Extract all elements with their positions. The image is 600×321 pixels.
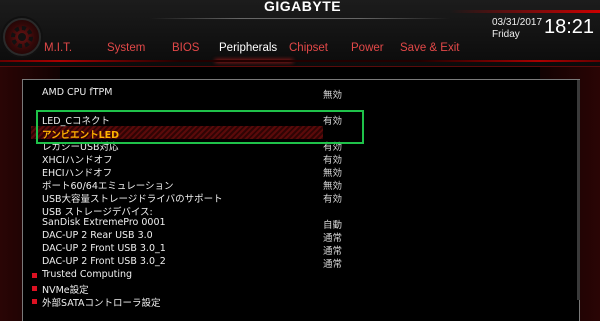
day-text: Friday [492,29,520,40]
tab-bios[interactable]: BIOS [172,38,219,58]
main-tabs: M.I.T. System BIOS Peripherals Chipset P… [44,38,470,62]
setting-label[interactable]: XHCIハンドオフ [42,152,113,166]
brand-logo: GIGABYTE [264,0,342,14]
tab-mit[interactable]: M.I.T. [44,38,107,58]
setting-label[interactable]: ポート60/64エミュレーション [42,178,174,192]
setting-label[interactable]: DAC-UP 2 Rear USB 3.0 [42,230,153,241]
setting-value[interactable]: 自動 [323,217,342,231]
submenu-bullet-icon [32,273,37,278]
setting-value[interactable]: 無効 [323,178,342,192]
setting-value[interactable]: 無効 [323,87,342,101]
setting-label[interactable]: USB大容量ストレージドライバのサポート [42,191,223,205]
scrollbar[interactable] [577,80,580,300]
header-accent [450,10,600,13]
submenu-nvme[interactable]: NVMe設定 [42,282,89,296]
header-bar: GIGABYTE M.I.T. System BIOS Peripherals … [0,0,600,67]
tab-chipset[interactable]: Chipset [289,38,351,58]
setting-label[interactable]: DAC-UP 2 Front USB 3.0_2 [42,256,166,267]
annotation-box [36,110,364,144]
setting-value[interactable]: 有効 [323,152,342,166]
date-text: 03/31/2017 [492,17,543,28]
header-divider [0,60,600,62]
setting-value[interactable]: 通常 [323,256,342,270]
section-label: USB ストレージデバイス: [42,207,153,218]
time-display: 18:21 [544,16,595,38]
tab-system[interactable]: System [107,38,172,58]
setting-label[interactable]: SanDisk ExtremePro 0001 [42,217,166,228]
setting-value[interactable]: 通常 [323,243,342,257]
setting-label[interactable]: EHCIハンドオフ [42,165,112,179]
tab-power[interactable]: Power [351,38,400,58]
submenu-bullet-icon [32,286,37,291]
brand-underline [150,18,450,19]
submenu-external-sata[interactable]: 外部SATAコントローラ設定 [42,295,161,309]
setting-label[interactable]: DAC-UP 2 Front USB 3.0_1 [42,243,166,254]
date-display: 03/31/2017 Friday [492,17,542,41]
setting-value[interactable]: 無効 [323,165,342,179]
tab-save-exit[interactable]: Save & Exit [400,38,470,58]
setting-value[interactable]: 有効 [323,191,342,205]
gear-icon[interactable] [3,18,41,56]
tab-peripherals[interactable]: Peripherals [215,38,293,62]
submenu-bullet-icon [32,299,37,304]
setting-value[interactable]: 通常 [323,230,342,244]
setting-label[interactable]: AMD CPU fTPM [42,87,112,98]
submenu-trusted-computing[interactable]: Trusted Computing [42,269,132,280]
